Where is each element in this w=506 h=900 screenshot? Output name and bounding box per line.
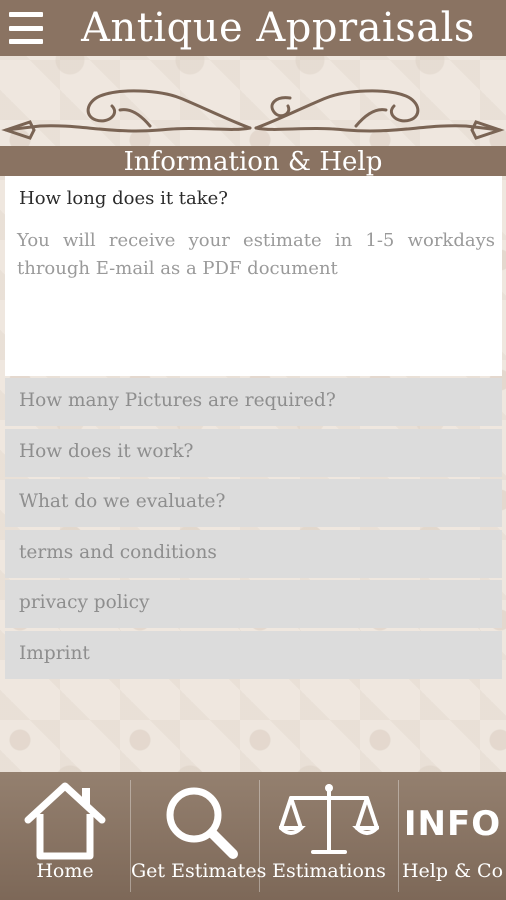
faq-item-how-it-works[interactable]: How does it work? [5,428,502,477]
nav-home-label: Home [36,860,94,882]
nav-home-button[interactable]: Home [0,772,130,900]
home-icon [24,782,106,860]
nav-estimations-label: Estimations [272,860,386,882]
hamburger-menu-icon[interactable] [9,12,43,44]
app-header: Antique Appraisals [0,0,506,56]
nav-get-estimates-button[interactable]: Get Estimates [131,772,267,900]
decorative-flourish-divider [1,89,505,140]
faq-expanded-panel[interactable]: How long does it take? You will receive … [5,176,502,376]
faq-item-terms-and-conditions[interactable]: terms and conditions [5,529,502,578]
search-icon [166,787,238,859]
scales-icon [279,784,379,854]
faq-answer: You will receive your estimate in 1-5 wo… [17,230,495,279]
nav-help-label: Help & Co [401,860,504,882]
app-title: Antique Appraisals [81,5,475,51]
nav-estimations-button[interactable]: Estimations [260,772,398,900]
bottom-navigation: Home Get Estimates Estimations INFO Help… [0,772,506,900]
nav-get-estimates-label: Get Estimates [131,860,267,882]
faq-item-imprint[interactable]: Imprint [5,630,502,679]
info-icon: INFO [403,804,502,844]
faq-list: How many Pictures are required? How does… [5,378,502,682]
section-title: Information & Help [0,146,506,176]
faq-item-pictures-required[interactable]: How many Pictures are required? [5,378,502,426]
faq-item-privacy-policy[interactable]: privacy policy [5,580,502,629]
nav-help-button[interactable]: INFO Help & Co [399,772,506,900]
faq-question[interactable]: How long does it take? [19,188,228,209]
faq-item-what-we-evaluate[interactable]: What do we evaluate? [5,479,502,528]
